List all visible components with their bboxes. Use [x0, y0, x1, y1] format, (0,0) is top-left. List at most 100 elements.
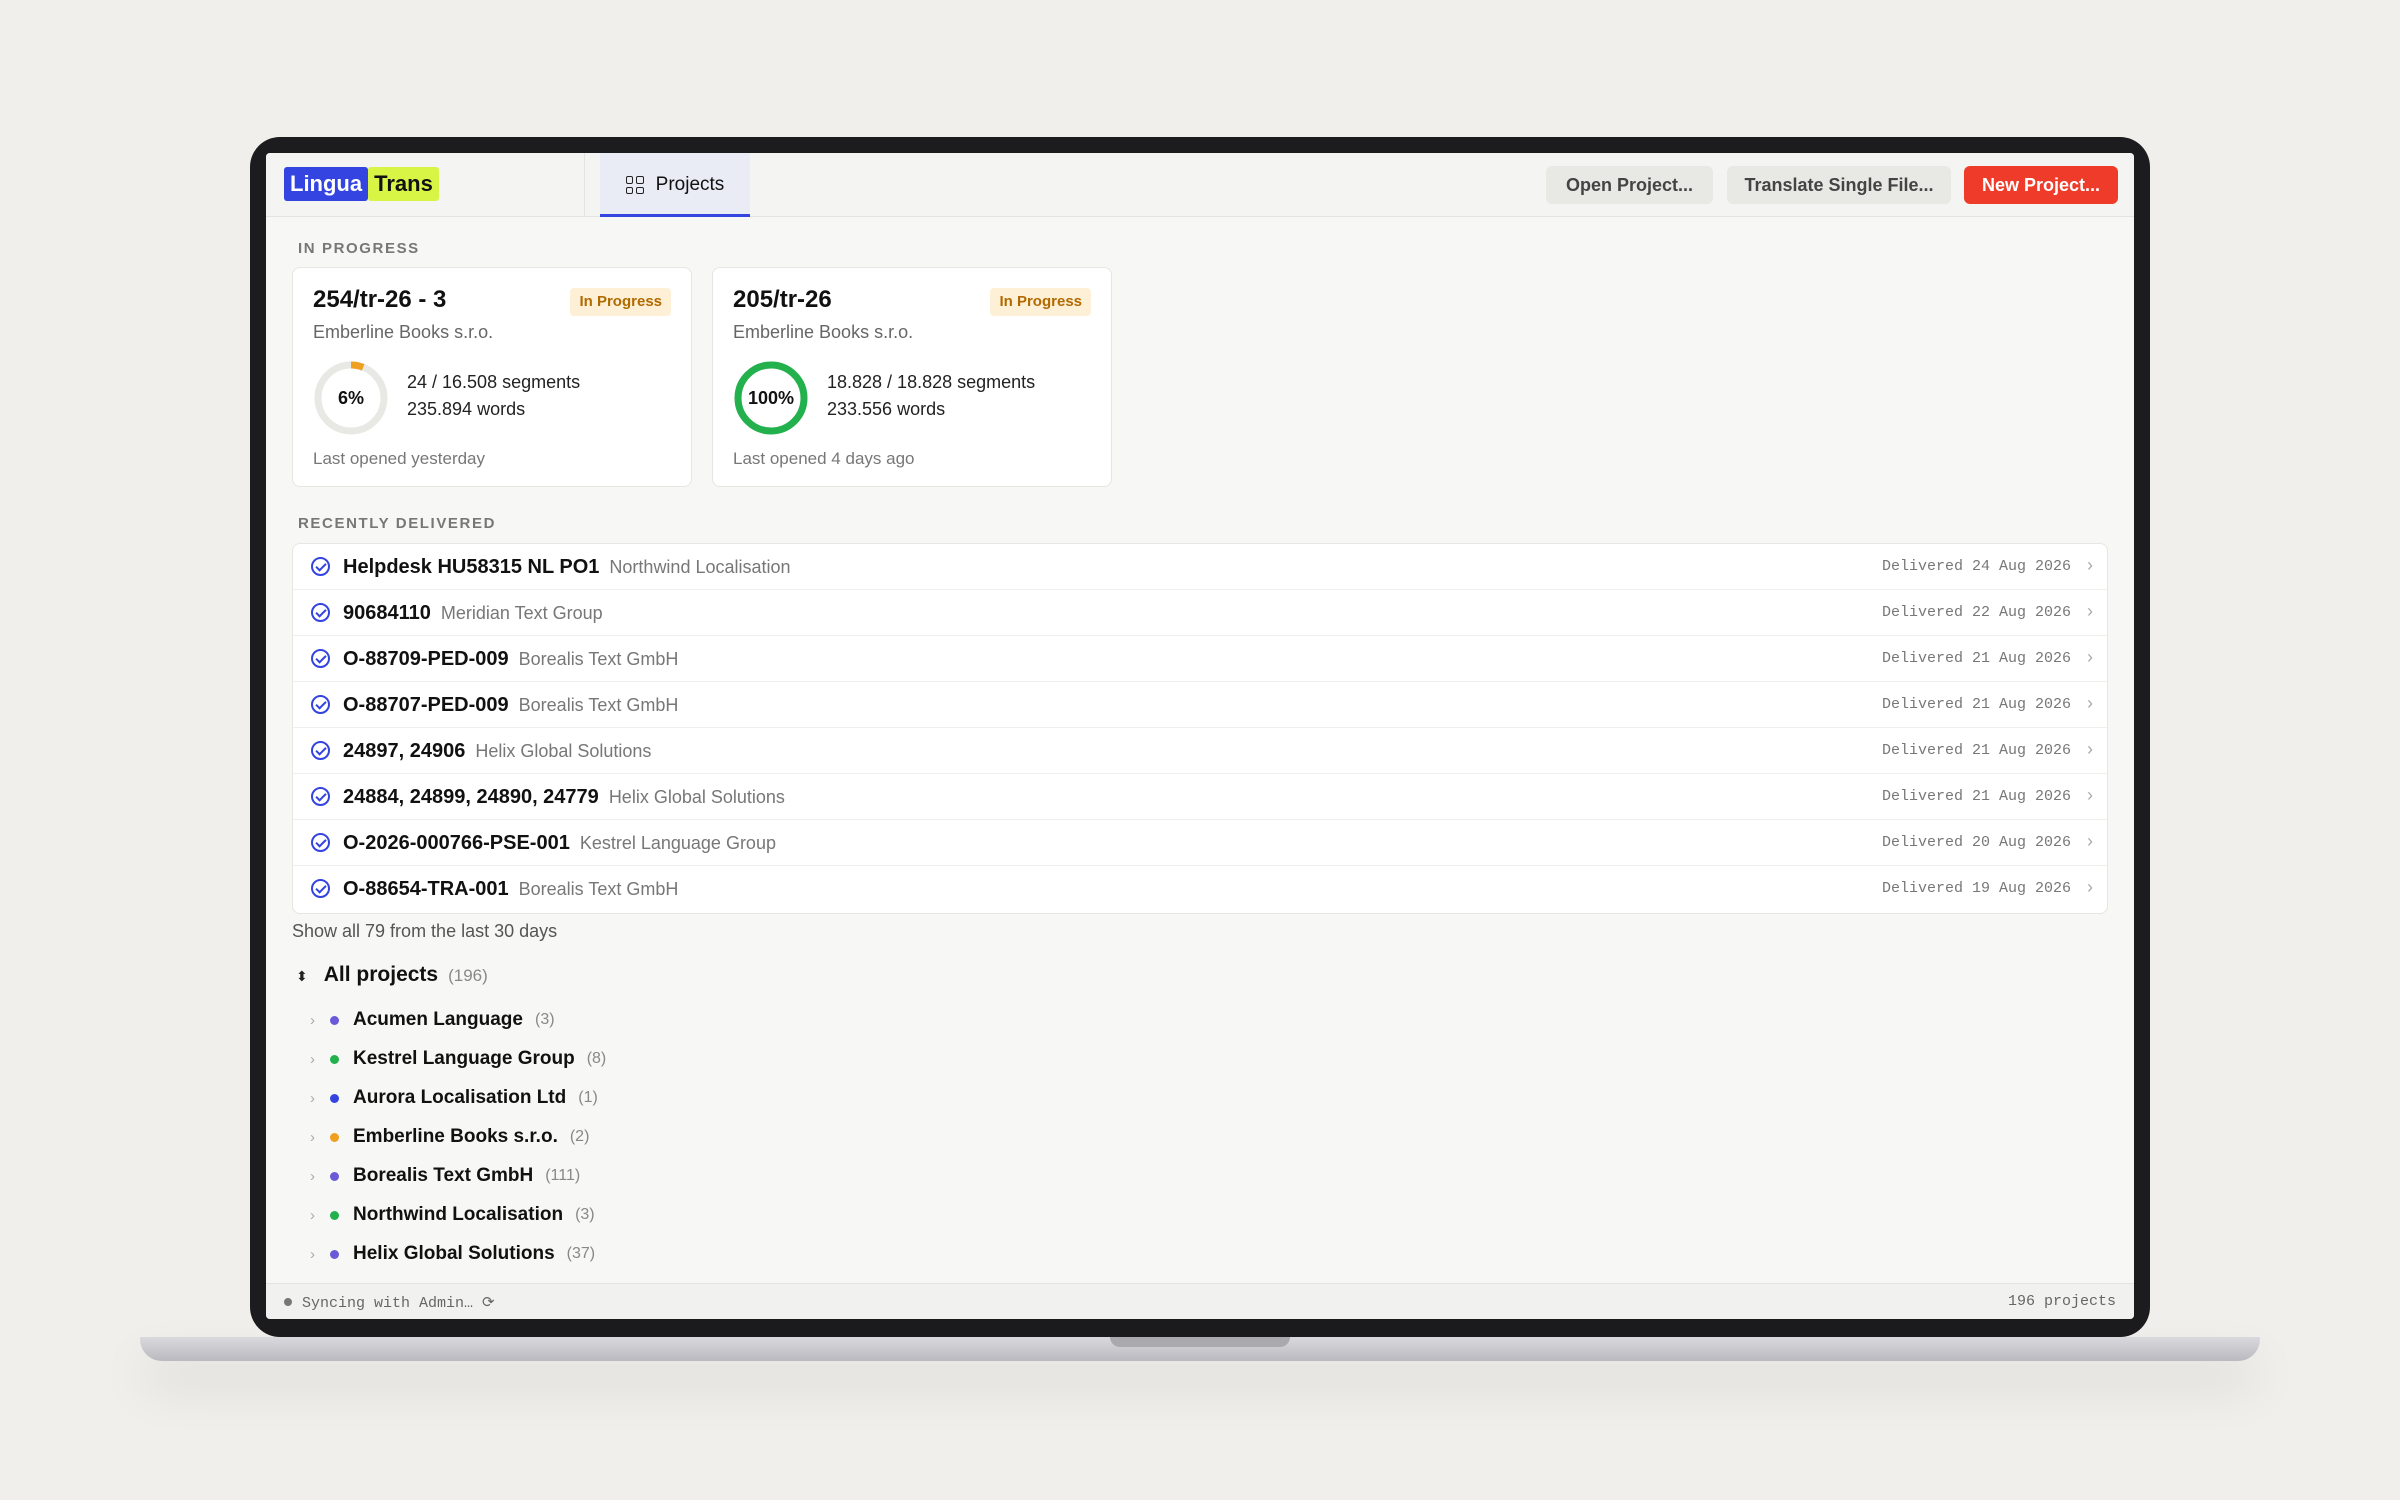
client-color-dot — [330, 1171, 339, 1181]
client-color-dot — [330, 1093, 339, 1103]
delivered-client: Borealis Text GmbH — [518, 649, 679, 669]
delivered-client: Helix Global Solutions — [608, 787, 785, 807]
chevron-right-icon[interactable]: › — [310, 1246, 324, 1263]
client-name: Kestrel Language Group — [353, 1048, 575, 1069]
delivered-list: Helpdesk HU58315 NL PO1 Northwind Localis… — [292, 543, 2108, 914]
delivered-date: Delivered 21 Aug 2026 — [1881, 788, 2071, 805]
chevron-right-icon[interactable]: › — [310, 1168, 324, 1185]
progress-ring: 6% — [313, 360, 389, 436]
check-circle-icon — [311, 557, 330, 576]
client-project-count: (2) — [569, 1128, 590, 1145]
app-window: Lingua Trans Projects Open Project... Tr… — [266, 153, 2134, 1319]
delivered-project-name: O-88707-PED-009 Borealis Text GmbH — [343, 694, 678, 717]
delivered-date: Delivered 22 Aug 2026 — [1881, 604, 2071, 621]
delivered-project-name: Helpdesk HU58315 NL PO1 Northwind Localis… — [343, 556, 791, 579]
grid-icon — [625, 176, 644, 194]
delivered-row[interactable]: 24884, 24899, 24890, 24779 Helix Global S… — [293, 774, 2107, 820]
client-color-dot — [330, 1015, 339, 1025]
open-project-button[interactable]: Open Project... — [1546, 166, 1713, 204]
delivered-date: Delivered 20 Aug 2026 — [1881, 834, 2071, 851]
last-opened: Last opened yesterday — [313, 449, 486, 468]
recently-delivered-heading: RECENTLY DELIVERED — [298, 515, 497, 532]
delivered-date: Delivered 21 Aug 2026 — [1881, 696, 2071, 713]
delivered-row[interactable]: O-88709-PED-009 Borealis Text GmbH Delive… — [293, 636, 2107, 682]
delivered-project-name: O-2026-000766-PSE-001 Kestrel Language Gr… — [343, 832, 776, 855]
progress-percent: 6% — [337, 387, 364, 408]
chevron-right-icon[interactable]: › — [310, 1051, 324, 1068]
delivered-project-name: O-88654-TRA-001 Borealis Text GmbH — [343, 878, 678, 901]
client-project-count: (1) — [578, 1089, 598, 1106]
project-title: 205/tr-26 — [733, 286, 832, 313]
delivered-project-name: 24897, 24906 Helix Global Solutions — [343, 740, 651, 763]
check-circle-icon — [311, 695, 330, 714]
chevron-right-icon[interactable]: › — [310, 1012, 324, 1029]
progress-percent: 100% — [747, 387, 795, 408]
status-badge: In Progress — [570, 288, 671, 316]
translate-single-file-button[interactable]: Translate Single File... — [1727, 166, 1951, 204]
delivered-project-name: 24884, 24899, 24890, 24779 Helix Global S… — [343, 786, 785, 809]
delivered-row[interactable]: Helpdesk HU58315 NL PO1 Northwind Localis… — [293, 544, 2107, 590]
client-group[interactable]: › Aurora Localisation Ltd (1) — [310, 1083, 598, 1113]
client-group[interactable]: › Acumen Language (3) — [310, 1005, 555, 1035]
client-name: Emberline Books s.r.o. — [353, 1126, 558, 1147]
project-card[interactable]: 205/tr-26 In Progress Emberline Books s.… — [712, 267, 1112, 487]
delivered-row[interactable]: 24897, 24906 Helix Global Solutions Deliv… — [293, 728, 2107, 774]
app-logo: Lingua Trans — [284, 167, 439, 201]
delivered-row[interactable]: O-88654-TRA-001 Borealis Text GmbH Delive… — [293, 866, 2107, 912]
laptop-notch — [1110, 1337, 1290, 1347]
client-group[interactable]: › Helix Global Solutions (37) — [310, 1239, 595, 1269]
logo-part-lingua: Lingua — [284, 167, 369, 201]
delivered-client: Borealis Text GmbH — [518, 879, 679, 899]
delivered-row[interactable]: O-2026-000766-PSE-001 Kestrel Language Gr… — [293, 820, 2107, 866]
delivered-project-name: 90684110 Meridian Text Group — [343, 602, 603, 625]
chevron-right-icon: › — [2087, 739, 2093, 759]
delivered-row[interactable]: 90684110 Meridian Text Group Delivered 22… — [293, 590, 2107, 636]
client-project-count: (111) — [545, 1167, 581, 1184]
delivered-date: Delivered 21 Aug 2026 — [1881, 650, 2071, 667]
project-id: O-88707-PED-009 — [343, 694, 509, 716]
show-all-delivered-link[interactable]: Show all 79 from the last 30 days — [292, 921, 557, 942]
project-id: 24884, 24899, 24890, 24779 — [343, 786, 599, 808]
segment-count: 24 / 16.508 segments — [407, 372, 581, 392]
tab-projects[interactable]: Projects — [600, 153, 750, 217]
delivered-project-name: O-88709-PED-009 Borealis Text GmbH — [343, 648, 678, 671]
check-circle-icon — [311, 879, 330, 898]
client-color-dot — [330, 1054, 339, 1064]
chevron-right-icon[interactable]: › — [310, 1207, 324, 1224]
app-header: Lingua Trans Projects Open Project... Tr… — [266, 153, 2134, 217]
client-project-count: (37) — [566, 1245, 596, 1262]
chevron-right-icon: › — [2087, 647, 2093, 667]
project-id: O-88709-PED-009 — [343, 648, 509, 670]
check-circle-icon — [311, 649, 330, 668]
status-bar: Syncing with Admin… ⟳ 196 projects — [266, 1283, 2134, 1319]
client-group[interactable]: › Borealis Text GmbH (111) — [310, 1161, 580, 1191]
client-group[interactable]: › Kestrel Language Group (8) — [310, 1044, 606, 1074]
project-id: 24897, 24906 — [343, 740, 466, 762]
delivered-client: Borealis Text GmbH — [518, 695, 679, 715]
check-circle-icon — [311, 603, 330, 622]
project-card[interactable]: 254/tr-26 - 3 In Progress Emberline Book… — [292, 267, 692, 487]
project-id: 90684110 — [343, 602, 431, 624]
chevron-right-icon[interactable]: › — [310, 1129, 324, 1146]
sort-toggle-icon[interactable]: ⬍ — [296, 968, 308, 985]
delivered-client: Northwind Localisation — [609, 557, 791, 577]
progress-ring: 100% — [733, 360, 809, 436]
word-count: 233.556 words — [827, 399, 946, 419]
project-client: Emberline Books s.r.o. — [313, 322, 494, 342]
client-group[interactable]: › Emberline Books s.r.o. (2) — [310, 1122, 589, 1152]
client-name: Helix Global Solutions — [353, 1243, 555, 1264]
last-opened: Last opened 4 days ago — [733, 449, 915, 468]
client-color-dot — [330, 1132, 339, 1142]
client-name: Aurora Localisation Ltd — [353, 1087, 567, 1108]
project-client: Emberline Books s.r.o. — [733, 322, 914, 342]
chevron-right-icon[interactable]: › — [310, 1090, 324, 1107]
chevron-right-icon: › — [2087, 601, 2093, 621]
delivered-row[interactable]: O-88707-PED-009 Borealis Text GmbH Delive… — [293, 682, 2107, 728]
chevron-right-icon: › — [2087, 877, 2093, 897]
client-project-count: (3) — [575, 1206, 595, 1223]
in-progress-heading: IN PROGRESS — [298, 240, 420, 257]
all-projects-header[interactable]: ⬍ All projects (196) — [296, 963, 488, 987]
client-group[interactable]: › Northwind Localisation (3) — [310, 1200, 595, 1230]
new-project-button[interactable]: New Project... — [1964, 166, 2118, 204]
project-title: 254/tr-26 - 3 — [313, 286, 447, 313]
